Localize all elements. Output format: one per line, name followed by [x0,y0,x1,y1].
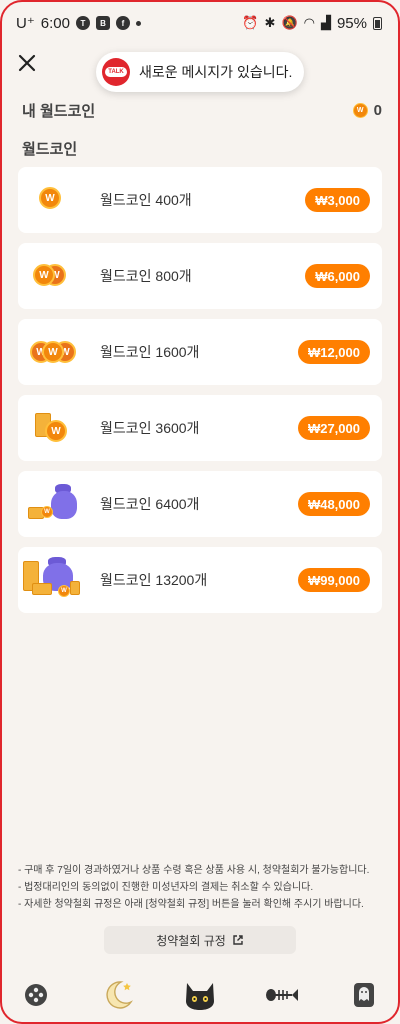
more-notifications-dot [135,20,141,26]
coin: W [58,585,70,597]
note-line: - 구매 후 7일이 경과하였거나 상품 수령 혹은 상품 사용 시, 청약철회… [18,865,370,876]
status-right: ⏰ ✱ 🔕 ◠ ▟ 95% [242,15,382,32]
refund-policy-label: 청약철회 규정 [156,933,226,948]
price-button[interactable]: ₩27,000 [297,416,370,440]
coin: W [33,264,55,286]
coin-icon: W [352,102,368,118]
bottom-nav [0,966,400,1024]
my-coin-label: 내 월드코인 [22,102,96,120]
nav-cat[interactable] [176,971,224,1019]
talk-icon: T [75,16,90,30]
moon-icon [106,981,133,1009]
price-button[interactable]: ₩99,000 [297,568,370,592]
triple-coin-icon: W W W [18,319,98,385]
product-item[interactable]: W W W 월드코인 1600개 ₩12,000 [18,319,382,385]
coin-bag-icon: W [18,471,98,537]
single-coin-icon: W [18,167,98,233]
fishbone-icon [266,989,298,1001]
b-icon: B [95,16,110,30]
product-item[interactable]: W 월드코인 6400개 ₩48,000 [18,471,382,537]
note-line: - 자세한 청약철회 규정은 아래 [청약철회 규정] 버튼을 눌러 확인해 주… [18,899,364,910]
product-item[interactable]: W 월드코인 3600개 ₩27,000 [18,395,382,461]
treasure-bag-icon: W [18,547,98,613]
nav-game[interactable] [12,971,60,1019]
wifi-icon: ◠ [303,15,315,30]
toast-text: 새로운 메시지가 있습니다. [139,64,293,80]
kakaotalk-icon: TALK [102,58,130,86]
new-message-toast[interactable]: TALK 새로운 메시지가 있습니다. [96,52,304,92]
my-coin-value: 0 [373,101,382,119]
close-button[interactable] [14,50,40,76]
nav-ghost[interactable] [340,971,388,1019]
ghost-card-icon [354,983,374,1007]
refund-notes: - 구매 후 7일이 경과하였거나 상품 수령 혹은 상품 사용 시, 청약철회… [18,862,388,913]
coin: W [41,506,53,518]
bluetooth-icon: ✱ [264,15,276,30]
status-left: U⁺ 6:00 T B f [16,14,141,32]
external-link-icon [233,935,243,945]
bag [51,491,77,519]
talk-badge-label: TALK [105,67,127,77]
nav-fish[interactable] [258,971,306,1019]
close-icon [18,54,36,72]
mute-icon: 🔕 [281,15,298,30]
product-item[interactable]: W 월드코인 13200개 ₩99,000 [18,547,382,613]
my-coin-balance: W 0 [352,101,382,119]
product-list: W 월드코인 400개 ₩3,000 W W 월드코인 800개 ₩6,000 … [18,167,382,623]
coin-stack-icon: W [18,395,98,461]
product-item[interactable]: W W 월드코인 800개 ₩6,000 [18,243,382,309]
price-button[interactable]: ₩3,000 [305,188,370,212]
alarm-icon: ⏰ [242,15,259,30]
cat-icon [186,983,214,1010]
price-button[interactable]: ₩48,000 [297,492,370,516]
price-button[interactable]: ₩12,000 [297,340,370,364]
status-bar: U⁺ 6:00 T B f ⏰ ✱ 🔕 ◠ ▟ 95% [0,0,400,46]
gamepad-icon [25,984,47,1006]
coin: W [42,341,64,363]
facebook-icon: f [115,16,130,30]
coin-stack [70,581,80,595]
carrier: U⁺ [16,15,35,32]
time: 6:00 [40,14,70,32]
coin: W [45,420,67,442]
signal-icon: ▟ [320,15,331,30]
coin-stack [32,583,52,595]
battery-percent: 95% [336,14,367,32]
double-coin-icon: W W [18,243,98,309]
nav-night[interactable] [94,971,142,1019]
price-button[interactable]: ₩6,000 [305,264,370,288]
product-item[interactable]: W 월드코인 400개 ₩3,000 [18,167,382,233]
note-line: - 법정대리인의 동의없이 진행한 미성년자의 결제는 취소할 수 있습니다. [18,882,314,893]
section-title: 월드코인 [22,141,78,158]
my-coin-row: 내 월드코인 W 0 [22,98,382,122]
coin: W [39,187,61,209]
battery-icon [373,16,382,30]
refund-policy-button[interactable]: 청약철회 규정 [104,926,296,954]
